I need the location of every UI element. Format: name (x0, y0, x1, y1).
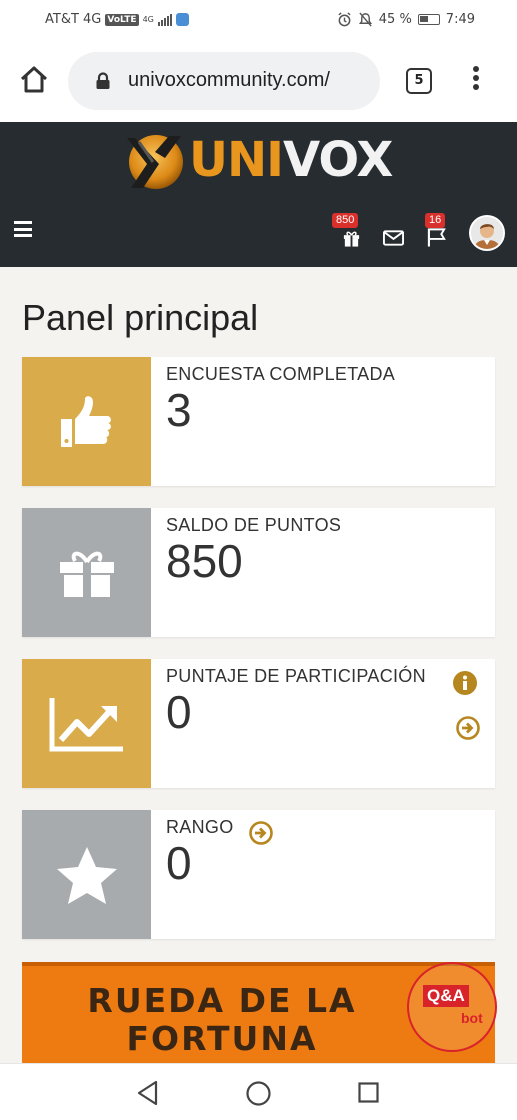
stat-card-rango[interactable]: RANGO 0 (22, 810, 495, 939)
stat-card-saldo[interactable]: SALDO DE PUNTOS 850 (22, 508, 495, 637)
qa-bot-button[interactable]: Q&A bot (407, 962, 497, 1052)
hamburger-menu-icon[interactable] (14, 221, 32, 237)
card-value: 0 (166, 837, 192, 889)
stat-card-encuesta[interactable]: ENCUESTA COMPLETADA 3 (22, 357, 495, 486)
card-value: 0 (166, 686, 192, 738)
card-icon-panel (22, 508, 151, 637)
card-value: 850 (166, 535, 243, 587)
battery-icon (417, 14, 440, 25)
home-circle-icon[interactable] (246, 1081, 271, 1106)
fortuna-line-1: RUEDA DE LA (87, 981, 357, 1020)
card-label: ENCUESTA COMPLETADA (166, 364, 396, 384)
mail-icon[interactable] (383, 230, 404, 246)
volte-badge: VoLTE (105, 13, 139, 26)
site-logo-bar: UNIVOX (0, 122, 517, 194)
star-icon (56, 846, 117, 904)
card-label: PUNTAJE DE PARTICIPACIÓN (166, 666, 426, 686)
network-label: 4G (142, 15, 154, 24)
card-value: 3 (166, 384, 192, 436)
signal-icon (157, 13, 172, 26)
flag-icon[interactable] (427, 227, 448, 247)
clock: 7:49 (445, 12, 475, 27)
user-avatar[interactable] (469, 215, 505, 251)
arrow-right-circle-icon[interactable] (249, 821, 273, 845)
gift-nav-icon[interactable] (342, 229, 361, 247)
info-icon[interactable] (453, 671, 477, 695)
status-bar: AT&T 4G VoLTE 4G 45 % 7:49 (0, 0, 517, 40)
overflow-menu-icon[interactable] (464, 66, 488, 96)
card-icon-panel (22, 659, 151, 788)
status-right: 45 % 7:49 (337, 12, 475, 27)
trend-up-icon (49, 697, 123, 751)
dashboard-content: Panel principal ENCUESTA COMPLETADA 3 SA… (0, 267, 517, 1063)
arrow-right-circle-icon[interactable] (456, 716, 480, 740)
tab-switcher-button[interactable]: 5 (406, 68, 432, 94)
gift-icon (59, 551, 114, 597)
stat-card-participacion[interactable]: PUNTAJE DE PARTICIPACIÓN 0 (22, 659, 495, 788)
card-icon-panel (22, 810, 151, 939)
avatar-illustration (471, 217, 503, 249)
status-left: AT&T 4G VoLTE 4G (45, 12, 189, 27)
fortuna-title: RUEDA DE LA FORTUNA (22, 982, 422, 1058)
address-bar[interactable]: univoxcommunity.com/ (68, 52, 380, 110)
battery-percent: 45 % (378, 12, 412, 27)
fortuna-line-2: FORTUNA (126, 1019, 318, 1058)
home-icon[interactable] (18, 64, 50, 96)
carrier-label: AT&T 4G (45, 12, 102, 27)
page-title: Panel principal (22, 297, 259, 338)
alarm-icon (338, 12, 351, 27)
thumbs-up-icon (60, 395, 111, 447)
card-label: RANGO (166, 817, 234, 837)
qa-bot-sub: bot (461, 1010, 483, 1026)
back-icon[interactable] (136, 1080, 160, 1106)
bell-off-icon (358, 12, 372, 27)
card-label: SALDO DE PUNTOS (166, 515, 342, 535)
logo-text: UNIVOX (189, 132, 393, 188)
qa-bot-title: Q&A (423, 985, 469, 1007)
browser-toolbar: univoxcommunity.com/ 5 (0, 40, 517, 122)
lock-icon (96, 72, 110, 89)
system-navigation-bar (0, 1063, 517, 1120)
univox-logo[interactable]: UNIVOX (125, 130, 393, 190)
shield-icon (175, 13, 189, 26)
points-badge: 850 (332, 213, 359, 228)
url-text[interactable]: univoxcommunity.com/ (128, 69, 374, 92)
card-icon-panel (22, 357, 151, 486)
recents-icon[interactable] (358, 1082, 379, 1103)
flag-badge: 16 (425, 213, 446, 228)
